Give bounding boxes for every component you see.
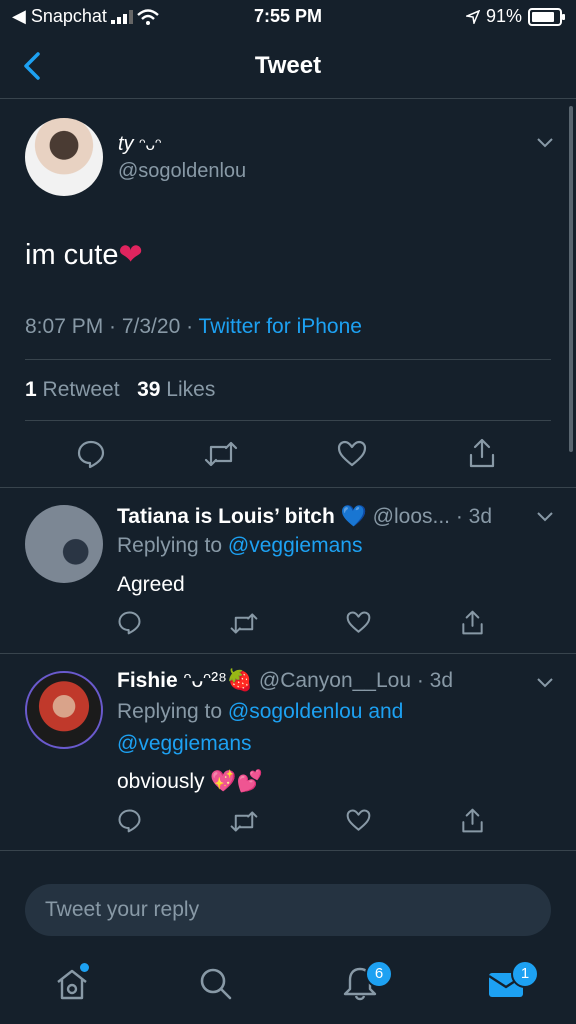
tweet-actions — [0, 435, 576, 475]
avatar[interactable] — [25, 671, 103, 749]
display-name[interactable]: ty ᵔᴗᵔ — [118, 133, 161, 156]
reply-icon[interactable] — [76, 439, 106, 469]
page-title: Tweet — [254, 52, 322, 79]
display-name-emoji: ᵔᴗᵔ — [139, 135, 162, 154]
user-handle[interactable]: @sogoldenlou — [118, 160, 246, 183]
tweet-text: im cute❤ — [25, 237, 143, 272]
retweet-count[interactable]: 1 — [25, 378, 37, 401]
battery-icon — [528, 7, 565, 26]
avatar[interactable] — [25, 118, 103, 196]
home-new-dot — [80, 963, 89, 972]
battery-fill — [532, 11, 554, 22]
replying-to-label: Replying to — [117, 534, 228, 557]
divider — [25, 420, 551, 421]
reply-text: Agreed — [117, 573, 185, 596]
replying-to-link[interactable]: @veggiemans — [228, 534, 363, 557]
tab-bar: 6 1 — [0, 952, 576, 1024]
reply-icon[interactable] — [117, 808, 142, 833]
messages-badge: 1 — [511, 960, 539, 988]
reply-handle-time[interactable]: @Canyon__Lou · 3d — [259, 669, 453, 692]
reply-tweet[interactable]: Fishie ᵔᴗᵔ²⁸🍓 @Canyon__Lou · 3d Replying… — [0, 654, 576, 851]
reply-actions — [117, 807, 497, 837]
chevron-down-icon[interactable] — [536, 511, 554, 523]
status-bar: ◀ Snapchat 7:55 PM 91% — [0, 0, 576, 34]
reply-name-emoji: 💙 — [340, 505, 367, 528]
replying-to: Replying to @veggiemans — [117, 530, 362, 562]
like-icon[interactable] — [346, 808, 371, 833]
reply-input-placeholder: Tweet your reply — [45, 898, 200, 921]
heart-emoji: ❤ — [118, 239, 143, 271]
retweet-icon[interactable] — [204, 439, 238, 469]
nav-bar: Tweet — [0, 34, 576, 99]
reply-display-name[interactable]: Fishie — [117, 669, 178, 692]
retweet-label[interactable]: Retweet — [43, 378, 120, 401]
retweet-icon[interactable] — [230, 809, 258, 834]
reply-input[interactable]: Tweet your reply — [25, 884, 551, 936]
reply-handle-time[interactable]: @loos... · 3d — [373, 505, 492, 528]
replying-to: Replying to @sogoldenlou and @veggiemans — [117, 696, 403, 760]
share-icon[interactable] — [460, 807, 485, 834]
replying-to-label: Replying to — [117, 700, 228, 723]
notifications-badge: 6 — [365, 960, 393, 988]
reply-text-emoji: 💖💕 — [210, 770, 263, 793]
share-icon[interactable] — [460, 609, 485, 636]
main-tweet: ty ᵔᴗᵔ @sogoldenlou im cute❤ 8:07 PM · 7… — [0, 99, 576, 488]
reply-header: Fishie ᵔᴗᵔ²⁸🍓 @Canyon__Lou · 3d — [117, 669, 453, 693]
like-label[interactable]: Likes — [166, 378, 215, 401]
display-name-text: ty — [118, 133, 134, 155]
tweet-text-body: im cute — [25, 239, 119, 271]
replying-to-link[interactable]: @veggiemans — [117, 732, 252, 755]
battery-percent: 91% — [485, 6, 522, 26]
tweet-stats: 1 Retweet 39 Likes — [25, 378, 215, 402]
reply-tweet[interactable]: Tatiana is Louis’ bitch 💙 @loos... · 3d … — [0, 488, 576, 654]
status-right: 91% — [465, 6, 565, 27]
reply-text: obviously 💖💕 — [117, 770, 263, 794]
chevron-down-icon[interactable] — [536, 137, 554, 149]
location-arrow-icon — [465, 9, 480, 24]
tweet-source-link[interactable]: Twitter for iPhone — [199, 315, 362, 338]
tweet-meta: 8:07 PM · 7/3/20 · Twitter for iPhone — [25, 315, 362, 339]
divider — [25, 359, 551, 360]
reply-icon[interactable] — [117, 610, 142, 635]
like-icon[interactable] — [337, 439, 367, 469]
replying-to-link[interactable]: @sogoldenlou and — [228, 700, 403, 723]
reply-actions — [117, 609, 497, 639]
share-icon[interactable] — [467, 437, 497, 469]
reply-text-body: obviously — [117, 770, 205, 793]
avatar[interactable] — [25, 505, 103, 583]
like-count[interactable]: 39 — [137, 378, 160, 401]
reply-name-emoji: ᵔᴗᵔ²⁸🍓 — [183, 669, 254, 692]
retweet-icon[interactable] — [230, 611, 258, 636]
reply-header: Tatiana is Louis’ bitch 💙 @loos... · 3d — [117, 505, 492, 529]
reply-display-name[interactable]: Tatiana is Louis’ bitch — [117, 505, 335, 528]
search-icon[interactable] — [196, 964, 236, 1004]
scrollbar[interactable] — [569, 106, 573, 452]
tweet-timestamp: 8:07 PM · 7/3/20 · — [25, 315, 199, 338]
like-icon[interactable] — [346, 610, 371, 635]
chevron-down-icon[interactable] — [536, 677, 554, 689]
